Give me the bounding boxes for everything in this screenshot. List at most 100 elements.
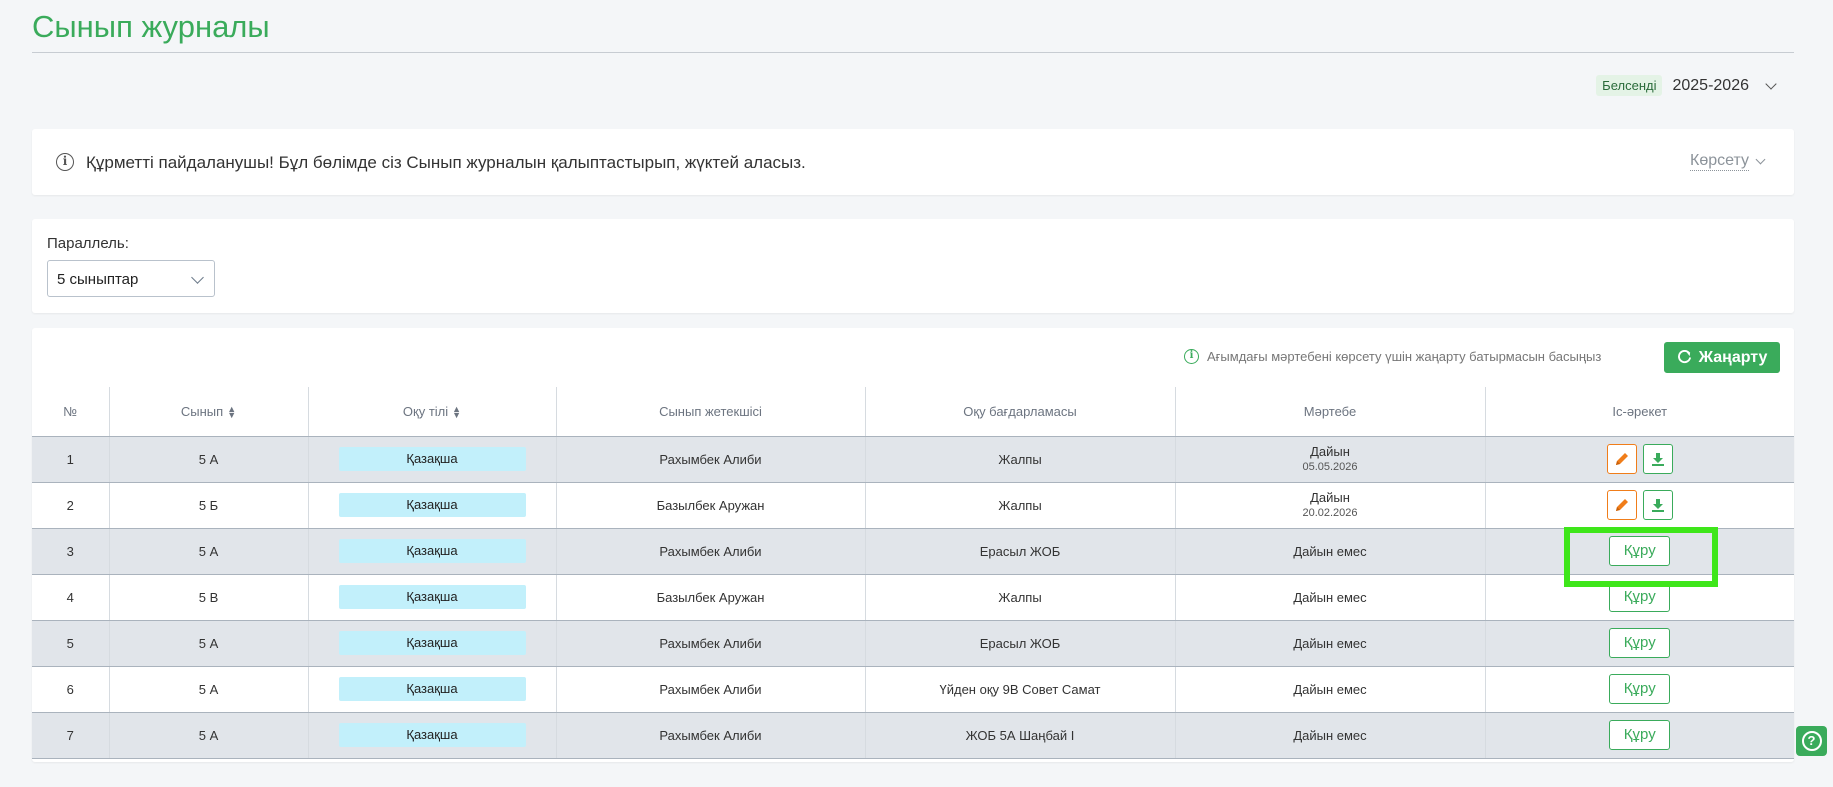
cell-teacher: Рахымбек Алиби [556,528,866,575]
language-chip: Қазақша [338,539,526,563]
cell-action: Құру [1485,712,1794,759]
language-chip: Қазақша [338,585,526,609]
cell-program: Ерасыл ЖОБ [865,620,1176,667]
refresh-button[interactable]: Жаңарту [1664,342,1780,373]
cell-action: Құру [1485,620,1794,667]
edit-button[interactable] [1606,444,1637,474]
cell-language: Қазақша [308,620,557,667]
info-banner: i Құрметті пайдаланушы! Бұл бөлімде сіз … [32,129,1794,195]
status-text: Дайын [1310,444,1350,459]
cell-action: Құру [1485,574,1794,621]
cell-status: Дайын емес [1175,528,1486,575]
show-toggle[interactable]: Көрсету [1690,152,1766,171]
cell-num: 7 [32,712,110,759]
header-program: Оқу бағдарламасы [865,387,1176,437]
cell-teacher: Рахымбек Алиби [556,666,866,713]
cell-class: 5 А [109,528,309,575]
header-language[interactable]: Оқу тілі ▲ ▼ [308,387,557,437]
help-button[interactable]: ? [1796,726,1827,756]
download-icon [1651,453,1664,466]
cell-program: Ерасыл ЖОБ [865,528,1176,575]
language-chip: Қазақша [338,631,526,655]
cell-num: 4 [32,574,110,621]
refresh-icon [1677,350,1691,364]
cell-action [1485,436,1794,483]
cell-num: 1 [32,436,110,483]
cell-status: Дайын емес [1175,712,1486,759]
edit-button[interactable] [1606,490,1637,520]
parallel-select[interactable]: 5 сыныптар [47,260,215,297]
cell-num: 6 [32,666,110,713]
pencil-icon [1615,453,1628,465]
table-row: 3 5 А Қазақша Рахымбек Алиби Ерасыл ЖОБ … [32,528,1794,575]
cell-status: Дайын емес [1175,620,1486,667]
cell-language: Қазақша [308,666,557,713]
download-icon [1651,499,1664,512]
cell-teacher: Базылбек Аружан [556,574,866,621]
header-status: Мәртебе [1175,387,1486,437]
info-message: Құрметті пайдаланушы! Бұл бөлімде сіз Сы… [86,153,806,172]
table-row: 4 5 В Қазақша Базылбек Аружан Жалпы Дайы… [32,574,1794,621]
create-button[interactable]: Құру [1609,674,1671,704]
status-date: 05.05.2026 [1302,461,1358,473]
cell-program: Жалпы [865,482,1176,529]
header-class[interactable]: Сынып ▲ ▼ [109,387,309,437]
language-chip: Қазақша [338,677,526,701]
page-title: Сынып журналы [32,9,270,44]
journal-table-panel: i Ағымдағы мәртебені көрсету үшін жаңарт… [32,328,1794,762]
cell-class: 5 А [109,666,309,713]
cell-program: ЖОБ 5А Шаңбай І [865,712,1176,759]
refresh-label: Жаңарту [1698,348,1768,366]
create-button[interactable]: Құру [1609,720,1671,750]
cell-program: Жалпы [865,436,1176,483]
cell-num: 3 [32,528,110,575]
table-row: 1 5 А Қазақша Рахымбек Алиби Жалпы Дайын… [32,436,1794,483]
download-button[interactable] [1642,490,1673,520]
sort-icon: ▲ ▼ [227,404,237,421]
create-button[interactable]: Құру [1609,582,1671,612]
cell-class: 5 В [109,574,309,621]
cell-status: Дайын емес [1175,666,1486,713]
cell-language: Қазақша [308,528,557,575]
chevron-down-icon [1765,77,1777,90]
cell-action [1485,482,1794,529]
cell-language: Қазақша [308,574,557,621]
show-toggle-label: Көрсету [1690,152,1749,171]
download-button[interactable] [1642,444,1673,474]
cell-action: Құру [1485,666,1794,713]
table-row: 6 5 А Қазақша Рахымбек Алиби Үйден оқу 9… [32,666,1794,713]
table-header-row: № Сынып ▲ ▼ Оқу тілі ▲ ▼ Сынып жетекшісі Оқу… [32,387,1794,437]
academic-year-select[interactable]: Белсенді 2025-2026 [1596,75,1777,96]
status-text: Дайын [1310,490,1350,505]
filter-panel: Параллель: 5 сыныптар [32,219,1794,313]
cell-class: 5 А [109,712,309,759]
info-icon: i [1184,349,1199,364]
pencil-icon [1615,499,1628,511]
cell-language: Қазақша [308,482,557,529]
table-row: 2 5 Б Қазақша Базылбек Аружан Жалпы Дайы… [32,482,1794,529]
create-button[interactable]: Құру [1609,536,1671,566]
sort-icon: ▲ ▼ [452,404,462,421]
info-icon: i [56,153,74,171]
language-chip: Қазақша [338,493,526,517]
header-num: № [32,387,110,437]
table-row: 5 5 А Қазақша Рахымбек Алиби Ерасыл ЖОБ … [32,620,1794,667]
parallel-label: Параллель: [47,235,129,252]
parallel-select-value: 5 сыныптар [57,271,139,288]
refresh-hint: i Ағымдағы мәртебені көрсету үшін жаңарт… [1184,349,1601,364]
cell-teacher: Рахымбек Алиби [556,712,866,759]
journal-table: № Сынып ▲ ▼ Оқу тілі ▲ ▼ Сынып жетекшісі Оқу… [32,387,1794,759]
cell-class: 5 А [109,436,309,483]
header-teacher: Сынып жетекшісі [556,387,866,437]
title-divider [32,52,1794,53]
cell-num: 2 [32,482,110,529]
refresh-hint-text: Ағымдағы мәртебені көрсету үшін жаңарту … [1207,349,1602,364]
cell-status: Дайын емес [1175,574,1486,621]
academic-year-value: 2025-2026 [1672,76,1749,94]
chevron-down-icon [1755,154,1766,165]
table-row: 7 5 А Қазақша Рахымбек Алиби ЖОБ 5А Шаңб… [32,712,1794,759]
create-button[interactable]: Құру [1609,628,1671,658]
cell-language: Қазақша [308,712,557,759]
question-icon: ? [1801,731,1822,751]
cell-action: Құру [1485,528,1794,575]
